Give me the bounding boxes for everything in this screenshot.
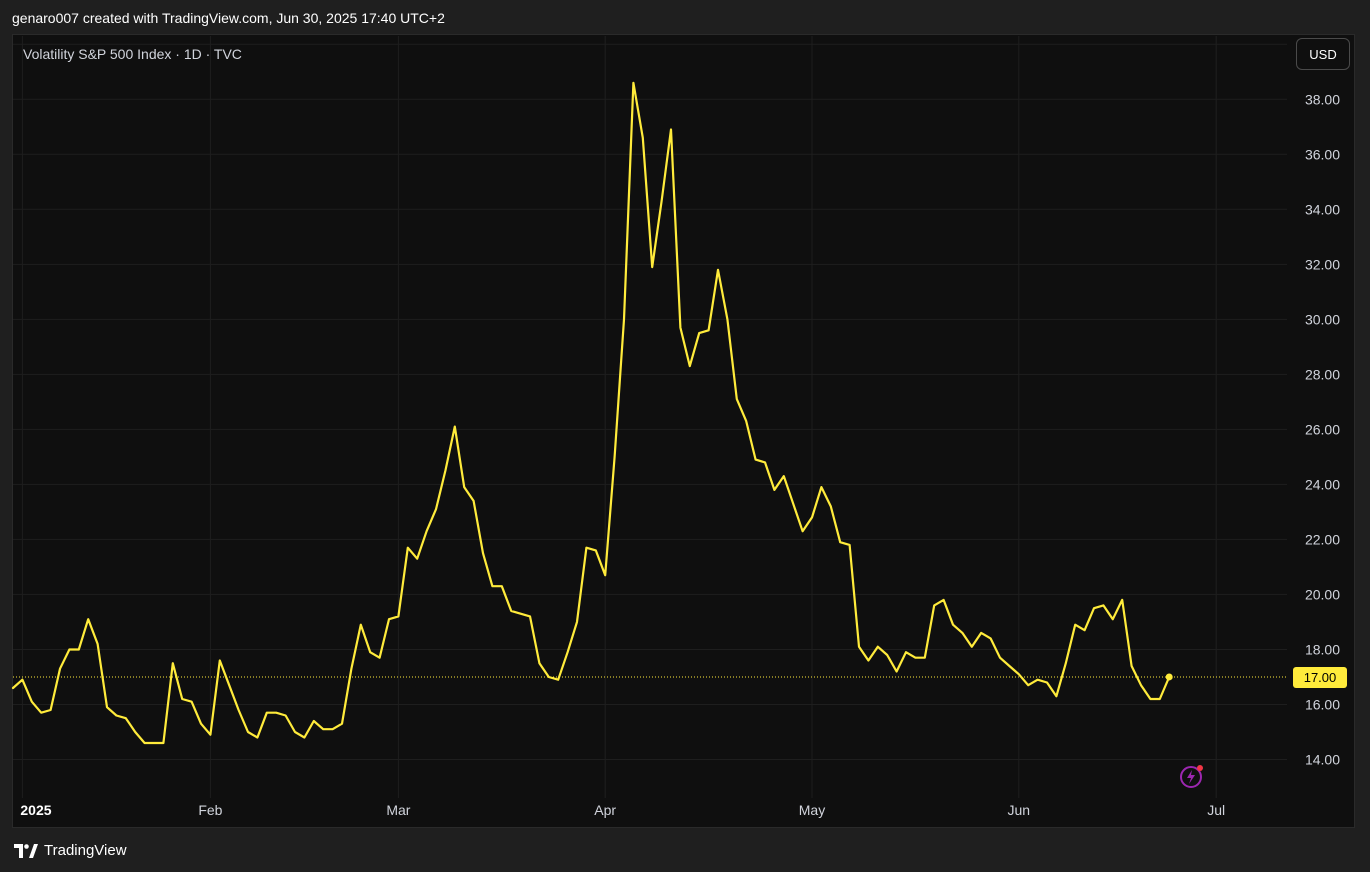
y-axis-ticks: 14.00 16.00 18.00 20.00 22.00 24.00 26.00 28.00… [1305, 36, 1340, 767]
grid-lines [13, 36, 1287, 798]
x-tick-label: Apr [594, 802, 616, 818]
currency-button[interactable]: USD [1296, 38, 1350, 70]
x-tick-label: Feb [198, 802, 222, 818]
y-tick-label: 36.00 [1305, 146, 1340, 162]
y-tick-label: 32.00 [1305, 256, 1340, 272]
y-tick-label: 14.00 [1305, 751, 1340, 767]
last-price-dot [1165, 673, 1173, 681]
x-tick-label: Jun [1008, 802, 1031, 818]
y-tick-label: 34.00 [1305, 201, 1340, 217]
y-tick-label: 18.00 [1305, 641, 1340, 657]
y-tick-label: 28.00 [1305, 366, 1340, 382]
x-tick-label: 2025 [20, 802, 51, 818]
y-tick-label: 30.00 [1305, 311, 1340, 327]
notification-dot-icon [1197, 765, 1203, 771]
y-tick-label: 20.00 [1305, 586, 1340, 602]
lightning-bolt-icon[interactable] [1179, 763, 1205, 789]
vix-line-chart[interactable]: 2025 Feb Mar Apr May Jun Jul 14.00 16.00 18.00 20… [0, 0, 1370, 872]
symbol-title: Volatility S&P 500 Index · 1D · TVC [23, 46, 242, 62]
footer-brand[interactable]: TradingView [14, 842, 127, 859]
tradingview-logo-icon [14, 843, 38, 858]
last-price-label: 17.00 [1293, 666, 1347, 688]
x-tick-label: May [799, 802, 825, 818]
y-tick-label: 38.00 [1305, 91, 1340, 107]
y-tick-label: 26.00 [1305, 421, 1340, 437]
x-tick-label: Jul [1207, 802, 1225, 818]
y-tick-label: 22.00 [1305, 531, 1340, 547]
series-line [11, 81, 1171, 745]
footer-brand-label: TradingView [44, 842, 127, 859]
last-price-label-text: 17.00 [1304, 670, 1337, 685]
y-tick-label: 16.00 [1305, 696, 1340, 712]
y-tick-label: 24.00 [1305, 476, 1340, 492]
x-tick-label: Mar [386, 802, 410, 818]
x-axis-ticks: 2025 Feb Mar Apr May Jun Jul [20, 802, 1225, 818]
